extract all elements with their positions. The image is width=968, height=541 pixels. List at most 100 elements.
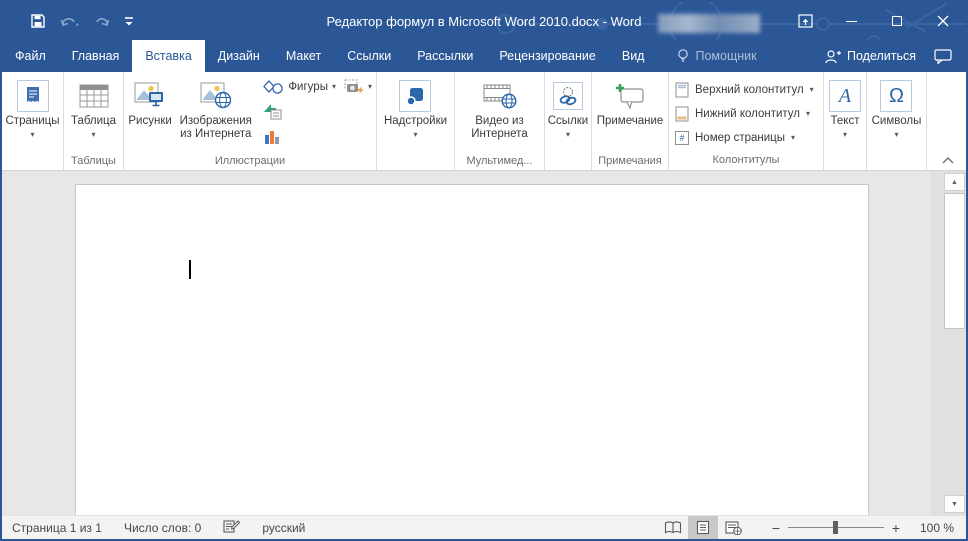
tab-file[interactable]: Файл	[2, 40, 59, 72]
page-number-button[interactable]: # Номер страницы ▾	[675, 126, 814, 150]
print-layout-icon	[696, 520, 710, 535]
comments-pane-button[interactable]	[924, 40, 966, 72]
word-count[interactable]: Число слов: 0	[124, 521, 201, 535]
addins-button[interactable]: Надстройки ▾	[384, 74, 447, 154]
language-indicator[interactable]: русский	[262, 521, 305, 535]
zoom-out-button[interactable]: −	[766, 520, 786, 536]
tab-review[interactable]: Рецензирование	[486, 40, 609, 72]
customize-qat-button[interactable]	[124, 15, 134, 27]
scroll-up-button[interactable]: ▲	[944, 173, 965, 191]
pictures-button[interactable]: Рисунки	[124, 74, 176, 154]
close-button[interactable]	[920, 2, 966, 40]
tab-insert[interactable]: Вставка	[132, 40, 205, 72]
zoom-in-button[interactable]: +	[886, 520, 906, 536]
undo-button[interactable]	[60, 14, 80, 28]
zoom-control: − + 100 %	[766, 520, 954, 536]
links-icon	[553, 82, 583, 110]
pictures-icon	[134, 82, 164, 107]
text-icon-glyph: A	[838, 85, 852, 107]
share-label: Поделиться	[846, 49, 916, 63]
tab-layout[interactable]: Макет	[273, 40, 334, 72]
group-links: Ссылки ▾	[545, 72, 592, 170]
text-button[interactable]: A Текст ▾	[829, 74, 861, 154]
smartart-icon	[264, 104, 282, 120]
scroll-down-button[interactable]: ▼	[944, 495, 965, 513]
scrollbar-thumb[interactable]	[944, 193, 965, 329]
minimize-icon	[845, 20, 857, 22]
footer-button[interactable]: Нижний колонтитул ▾	[675, 102, 814, 126]
read-mode-button[interactable]	[658, 516, 688, 540]
maximize-icon	[892, 16, 902, 26]
pages-button[interactable]: Страницы ▾	[6, 74, 60, 154]
zoom-slider-handle[interactable]	[833, 521, 839, 534]
read-mode-icon	[664, 521, 682, 534]
pictures-label: Рисунки	[128, 115, 172, 127]
vertical-scrollbar[interactable]: ▲ ▼	[944, 173, 965, 513]
group-text-label	[824, 154, 866, 170]
group-comments: Примечание Примечания	[592, 72, 669, 170]
new-comment-button[interactable]: Примечание	[596, 74, 664, 154]
text-icon: A	[829, 80, 861, 112]
online-video-icon	[483, 84, 517, 109]
group-header-footer-label: Колонтитулы	[712, 154, 780, 166]
pages-label: Страницы	[5, 115, 60, 127]
symbols-button[interactable]: Ω Символы ▾	[872, 74, 921, 154]
quick-access-toolbar	[2, 13, 134, 29]
redo-icon	[96, 18, 110, 26]
links-label: Ссылки	[547, 115, 589, 127]
smartart-button[interactable]	[259, 99, 376, 124]
web-layout-icon	[724, 520, 742, 535]
group-tables-label: Таблицы	[71, 155, 116, 167]
redo-button[interactable]	[94, 14, 110, 28]
page-indicator[interactable]: Страница 1 из 1	[12, 521, 102, 535]
links-button[interactable]: Ссылки ▾	[547, 74, 589, 154]
collapse-ribbon-icon	[942, 157, 954, 164]
group-illustrations: Рисунки Изображения из Интернета Фигуры …	[124, 72, 377, 170]
tab-references[interactable]: Ссылки	[334, 40, 404, 72]
header-button[interactable]: Верхний колонтитул ▾	[675, 78, 814, 102]
zoom-slider[interactable]	[788, 521, 884, 534]
addins-icon	[399, 80, 432, 112]
group-symbols-label	[867, 154, 926, 170]
proofing-status[interactable]	[223, 519, 241, 536]
table-button[interactable]: Таблица ▾	[71, 74, 116, 154]
undo-icon	[60, 18, 79, 26]
statusbar: Страница 1 из 1 Число слов: 0 русский − …	[2, 515, 966, 539]
new-comment-label: Примечание	[596, 115, 664, 127]
zoom-level[interactable]: 100 %	[906, 521, 954, 535]
online-pictures-button[interactable]: Изображения из Интернета	[176, 74, 255, 154]
tab-home[interactable]: Главная	[59, 40, 133, 72]
tell-me-assistant[interactable]: Помощник	[677, 40, 757, 72]
text-label: Текст	[830, 115, 860, 127]
tab-view[interactable]: Вид	[609, 40, 658, 72]
page-number-dropdown-arrow: ▾	[791, 133, 796, 142]
symbols-icon-glyph: Ω	[889, 85, 904, 107]
screenshot-icon	[344, 79, 363, 93]
addins-label: Надстройки	[383, 115, 448, 127]
tab-mailings[interactable]: Рассылки	[404, 40, 486, 72]
document-area[interactable]: ▲ ▼	[2, 171, 966, 515]
online-video-button[interactable]: Видео из Интернета	[457, 74, 543, 154]
shapes-button[interactable]: Фигуры ▾	[259, 74, 340, 99]
document-page[interactable]	[75, 184, 869, 515]
group-links-label	[545, 154, 591, 170]
save-button[interactable]	[30, 13, 46, 29]
tab-design[interactable]: Дизайн	[205, 40, 273, 72]
minimize-button[interactable]	[828, 2, 874, 40]
pages-dropdown-arrow: ▾	[30, 130, 35, 139]
symbols-icon: Ω	[880, 80, 913, 112]
chart-button[interactable]	[259, 124, 376, 149]
footer-label: Нижний колонтитул	[695, 108, 800, 120]
group-comments-label: Примечания	[598, 155, 662, 167]
print-layout-button[interactable]	[688, 515, 718, 539]
customize-qat-icon	[125, 17, 133, 26]
ribbon-display-options-button[interactable]	[782, 2, 828, 40]
share-button[interactable]: Поделиться	[824, 40, 924, 72]
group-header-footer: Верхний колонтитул ▾ Нижний колонтитул ▾…	[669, 72, 824, 170]
collapse-ribbon-button[interactable]	[927, 72, 966, 170]
web-layout-button[interactable]	[718, 516, 748, 540]
screenshot-button[interactable]: ▾	[340, 74, 376, 99]
footer-dropdown-arrow: ▾	[806, 109, 811, 118]
group-media-label: Мультимед...	[466, 155, 533, 167]
maximize-button[interactable]	[874, 2, 920, 40]
